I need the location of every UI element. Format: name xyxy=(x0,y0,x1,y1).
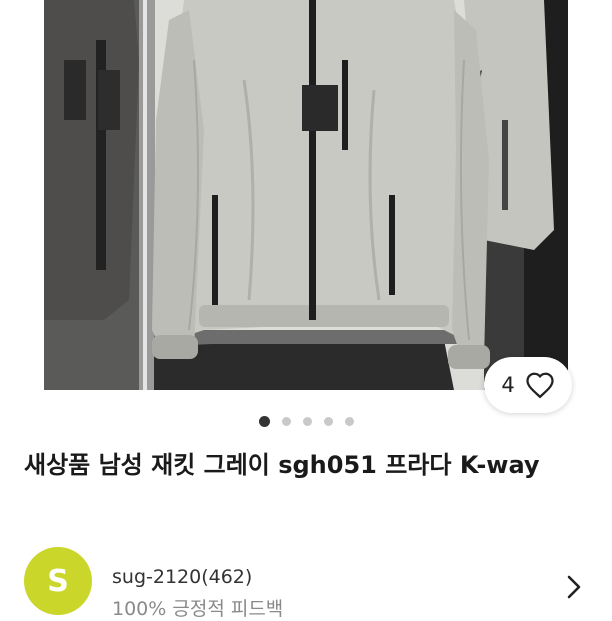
pagination-dot-5[interactable] xyxy=(344,416,354,426)
chevron-right-icon[interactable] xyxy=(566,574,582,600)
pagination-dot-1[interactable] xyxy=(258,415,270,427)
product-photo[interactable] xyxy=(44,0,568,390)
image-pagination xyxy=(0,414,612,428)
seller-name: sug-2120(462) xyxy=(112,566,253,588)
pagination-dot-4[interactable] xyxy=(323,416,333,426)
avatar: S xyxy=(24,547,92,615)
like-count: 4 xyxy=(501,373,515,397)
pagination-dot-3[interactable] xyxy=(302,416,312,426)
seller-row[interactable]: S sug-2120(462) 100% 긍정적 피드백 xyxy=(24,544,594,620)
like-button[interactable]: 4 xyxy=(484,357,572,413)
pagination-dot-2[interactable] xyxy=(281,416,291,426)
heart-icon xyxy=(526,372,554,399)
product-title: 새상품 남성 재킷 그레이 sgh051 프라다 K-way xyxy=(24,451,540,479)
seller-feedback: 100% 긍정적 피드백 xyxy=(112,598,284,620)
jacket-image xyxy=(44,0,568,390)
